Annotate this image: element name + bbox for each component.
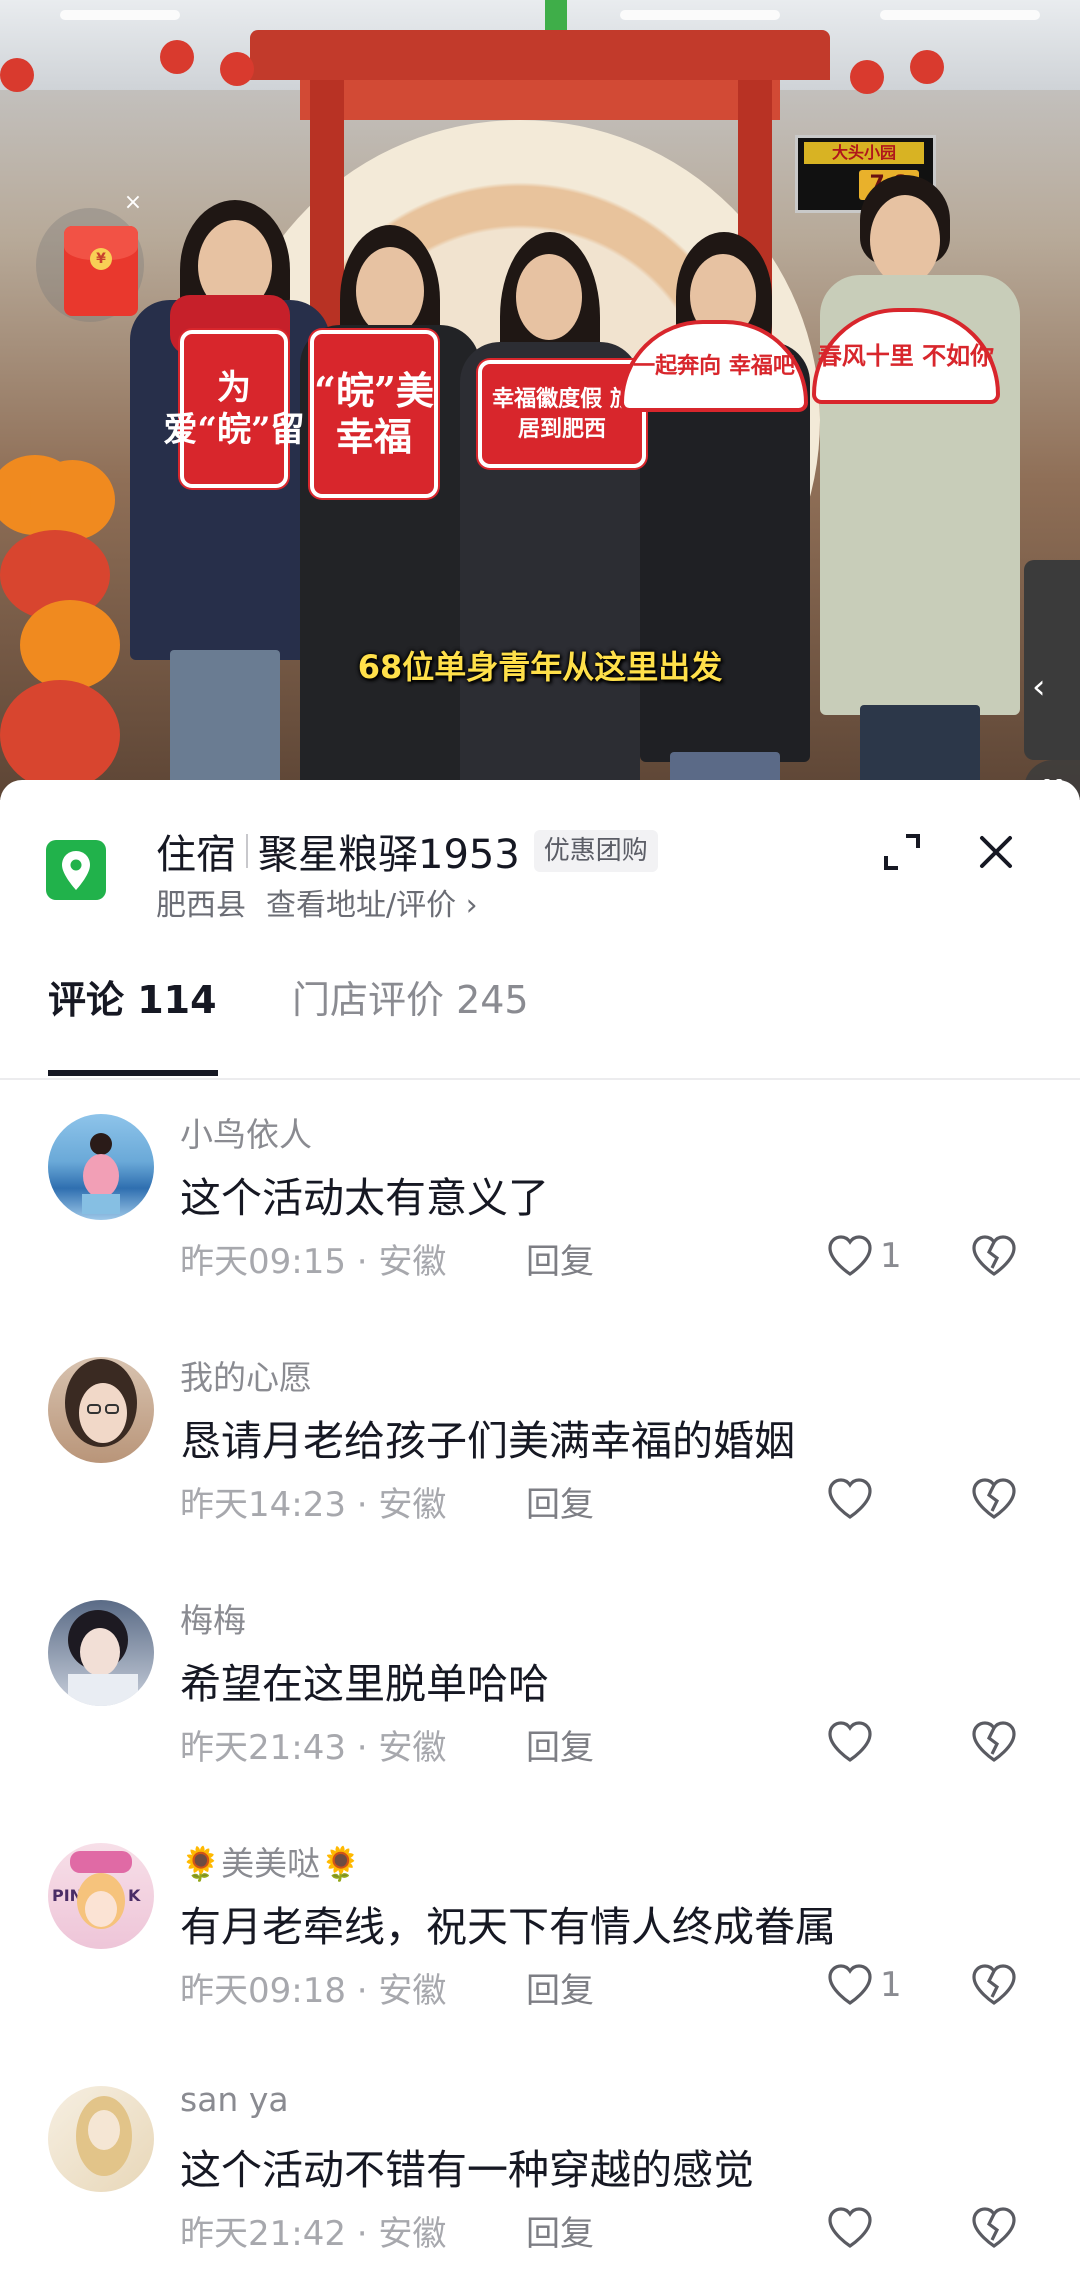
comment-sheet: 住宿 聚星粮驿1953 优惠团购 肥西县 查看地址/评价 › 评论 114 门店评… xyxy=(0,780,1080,2284)
video-player[interactable]: 大头小园 7.8 为爱“皖”留 “皖”美幸福 幸福徽度假 旅居到肥西 xyxy=(0,0,1080,800)
lantern xyxy=(910,50,944,84)
divider xyxy=(246,834,248,868)
shop-name[interactable]: 聚星粮驿1953 xyxy=(258,822,520,880)
comment-author[interactable]: 梅梅 xyxy=(180,1594,246,1642)
ceiling-light xyxy=(880,10,1040,20)
comment-author[interactable]: 🌻美美哒🌻 xyxy=(180,1837,361,1885)
comment-text: 这个活动太有意义了 xyxy=(180,1174,549,1222)
avatar[interactable] xyxy=(48,2086,154,2192)
shop-category: 住宿 xyxy=(156,832,236,878)
sign: 为爱“皖”留 xyxy=(163,330,305,488)
author-name-text: 美美哒 xyxy=(221,1844,321,1883)
like-count: 1 xyxy=(880,1236,902,1276)
comment-item: 小鸟依人 这个活动太有意义了 昨天09:15 · 安徽 回复 1 xyxy=(0,1100,1080,1340)
red-packet-widget[interactable]: ¥ × xyxy=(36,192,144,322)
avatar[interactable] xyxy=(48,1114,154,1220)
comment-time-location: 昨天21:42 · 安徽 xyxy=(180,2214,447,2254)
avatar[interactable] xyxy=(48,1357,154,1463)
next-video-thumbnail[interactable]: ‹ xyxy=(1024,560,1080,760)
expand-icon[interactable] xyxy=(880,830,924,878)
deal-badge[interactable]: 优惠团购 xyxy=(533,830,658,872)
coin-icon: ¥ xyxy=(90,248,112,270)
comment-item: 我的心愿 恳请月老给孩子们美满幸福的婚姻 昨天14:23 · 安徽 回复 xyxy=(0,1343,1080,1583)
heart-icon xyxy=(828,1235,872,1276)
broken-heart-icon xyxy=(972,1478,1016,1519)
dislike-button[interactable] xyxy=(970,1471,1018,1527)
broken-heart-icon xyxy=(972,2207,1016,2248)
shop-county: 肥西县 xyxy=(156,888,246,923)
like-button[interactable] xyxy=(826,2200,880,2256)
tab-comments[interactable]: 评论 114 xyxy=(48,970,217,1078)
broken-heart-icon xyxy=(972,1964,1016,2005)
red-packet-icon[interactable]: ¥ xyxy=(64,226,138,316)
broken-heart-icon xyxy=(972,1721,1016,1762)
avatar[interactable]: PIN K xyxy=(48,1843,154,1949)
comment-text: 希望在这里脱单哈哈 xyxy=(180,1660,549,1708)
tab-bar: 评论 114 门店评价 245 xyxy=(0,970,1080,1080)
comment-item: san ya 这个活动不错有一种穿越的感觉 昨天21:42 · 安徽 回复 xyxy=(0,2072,1080,2284)
address-review-link[interactable]: 查看地址/评价 › xyxy=(266,888,478,923)
comment-time-location: 昨天14:23 · 安徽 xyxy=(180,1485,447,1525)
broken-heart-icon xyxy=(972,1235,1016,1276)
sunflower-emoji: 🌻 xyxy=(320,1844,362,1883)
close-icon[interactable]: × xyxy=(122,192,144,214)
comment-time-location: 昨天09:15 · 安徽 xyxy=(180,1242,447,1282)
like-button[interactable] xyxy=(826,1471,880,1527)
lantern xyxy=(220,52,254,86)
tab-store-reviews[interactable]: 门店评价 245 xyxy=(292,970,529,1078)
comment-time-location: 昨天09:18 · 安徽 xyxy=(180,1971,447,2011)
avatar[interactable] xyxy=(48,1600,154,1706)
reply-button[interactable]: 回复 xyxy=(526,1963,594,2012)
pumpkin xyxy=(30,460,115,540)
svg-text:K: K xyxy=(128,1886,141,1905)
gate-roof xyxy=(250,30,830,80)
like-button[interactable] xyxy=(826,1714,880,1770)
lantern xyxy=(850,60,884,94)
chevron-left-icon: ‹ xyxy=(1032,667,1046,707)
pumpkin xyxy=(0,680,120,790)
shop-title-line[interactable]: 住宿 聚星粮驿1953 优惠团购 xyxy=(156,822,658,880)
gate-beam xyxy=(300,80,780,120)
like-button[interactable]: 1 xyxy=(826,1957,902,2013)
comment-text: 恳请月老给孩子们美满幸福的婚姻 xyxy=(180,1417,795,1465)
active-tab-indicator xyxy=(48,1070,218,1076)
video-caption: 68位单身青年从这里出发 xyxy=(357,648,723,686)
board-title: 大头小园 xyxy=(804,142,924,164)
ceiling-light xyxy=(620,10,780,20)
ceiling-light xyxy=(60,10,180,20)
comment-item: 梅梅 希望在这里脱单哈哈 昨天21:43 · 安徽 回复 xyxy=(0,1586,1080,1826)
heart-icon xyxy=(828,1721,872,1762)
sign: 幸福徽度假 旅居到肥西 xyxy=(478,360,646,468)
reply-button[interactable]: 回复 xyxy=(526,1477,594,1526)
sign: “皖”美幸福 xyxy=(310,330,438,498)
comment-author[interactable]: san ya xyxy=(180,2080,289,2119)
comment-author[interactable]: 小鸟依人 xyxy=(180,1108,312,1156)
comment-text: 有月老牵线，祝天下有情人终成眷属 xyxy=(180,1903,836,1951)
reply-button[interactable]: 回复 xyxy=(526,1720,594,1769)
like-count: 1 xyxy=(880,1965,902,2005)
dislike-button[interactable] xyxy=(970,1228,1018,1284)
comment-author[interactable]: 我的心愿 xyxy=(180,1351,312,1399)
dislike-button[interactable] xyxy=(970,1957,1018,2013)
heart-icon xyxy=(828,1964,872,2005)
comment-text: 这个活动不错有一种穿越的感觉 xyxy=(180,2146,754,2194)
sunflower-emoji: 🌻 xyxy=(180,1844,222,1883)
dislike-button[interactable] xyxy=(970,1714,1018,1770)
like-button[interactable]: 1 xyxy=(826,1228,902,1284)
reply-button[interactable]: 回复 xyxy=(526,1234,594,1283)
shop-address-line[interactable]: 肥西县 查看地址/评价 › xyxy=(156,880,478,924)
close-icon[interactable] xyxy=(974,830,1018,878)
location-pin-icon[interactable] xyxy=(46,840,106,900)
reply-button[interactable]: 回复 xyxy=(526,2206,594,2255)
comment-item: PIN K 🌻美美哒🌻 有月老牵线，祝天下有情人终成眷属 昨天09:18 · 安… xyxy=(0,1829,1080,2069)
heart-icon xyxy=(828,1478,872,1519)
dislike-button[interactable] xyxy=(970,2200,1018,2256)
comment-time-location: 昨天21:43 · 安徽 xyxy=(180,1728,447,1768)
lantern xyxy=(160,40,194,74)
lantern xyxy=(0,58,34,92)
heart-icon xyxy=(828,2207,872,2248)
